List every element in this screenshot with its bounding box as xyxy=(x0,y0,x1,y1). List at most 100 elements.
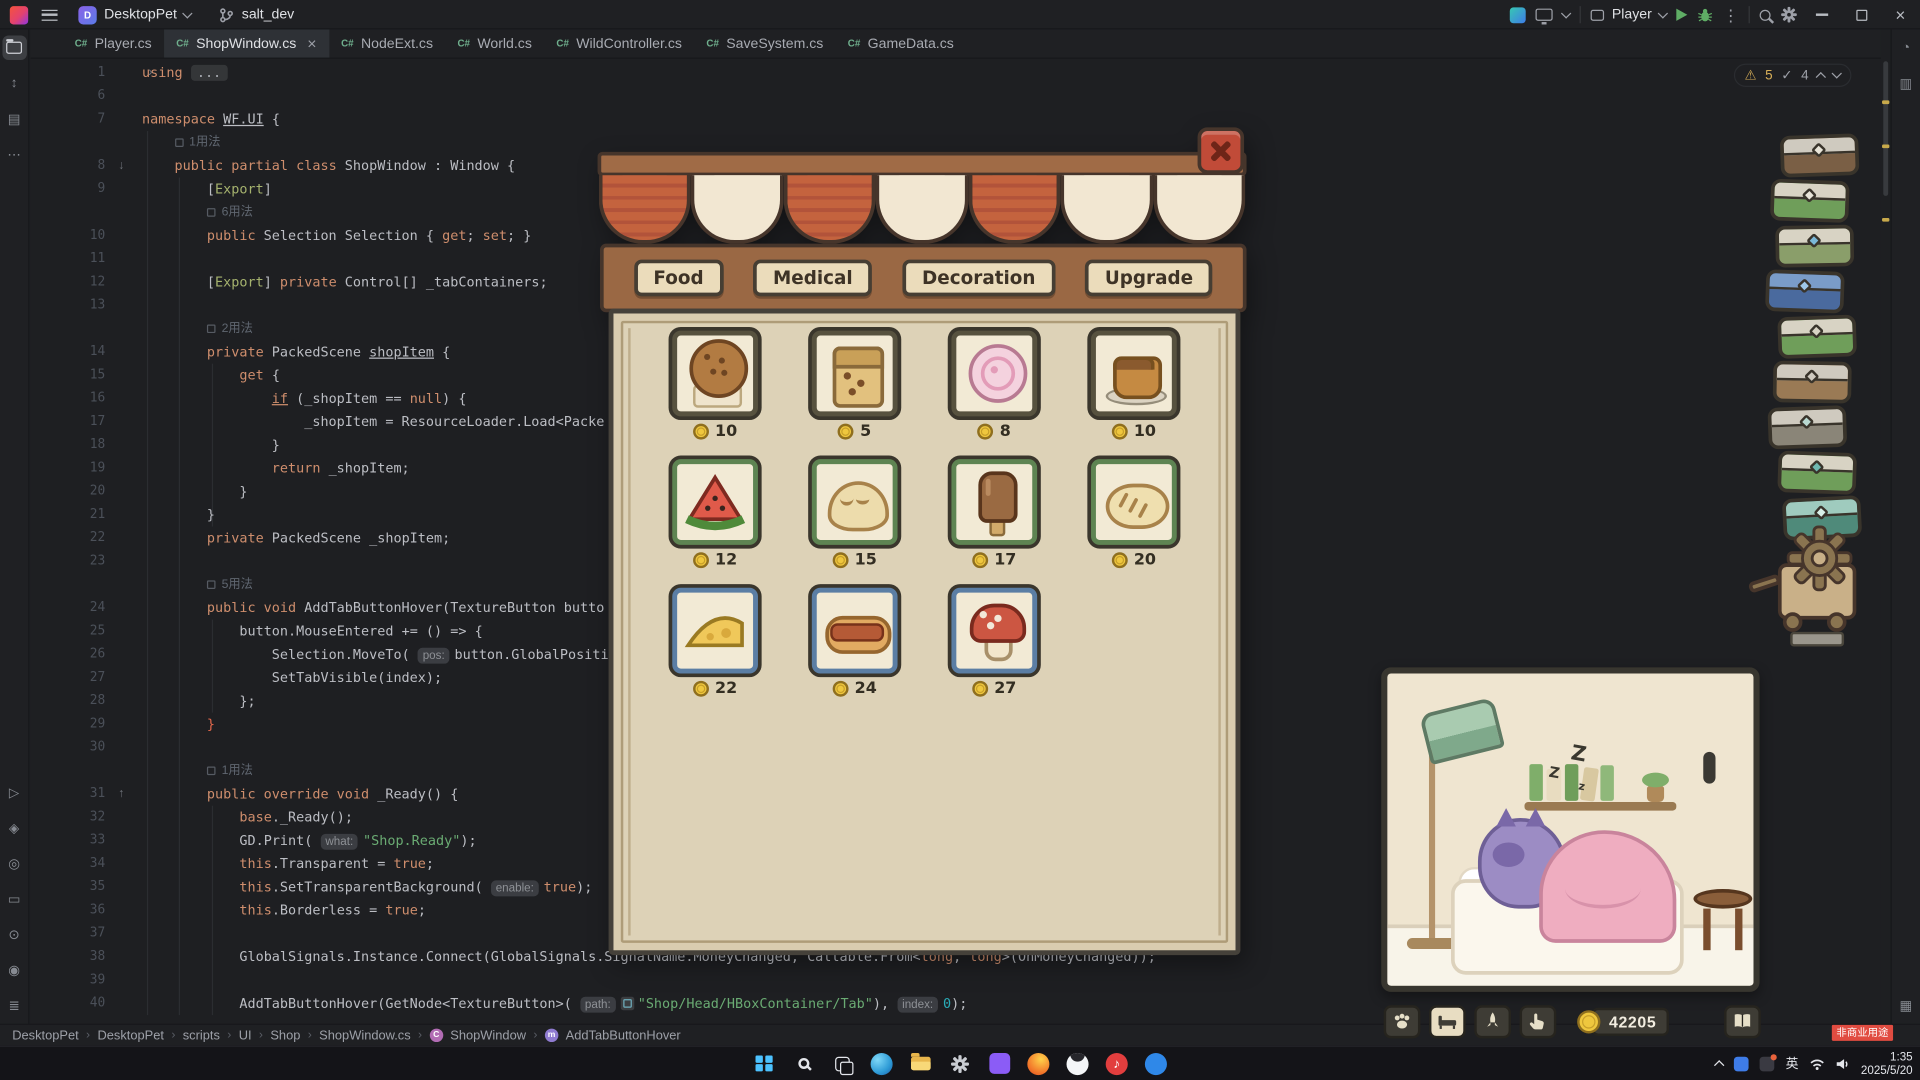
item-card[interactable] xyxy=(951,330,1038,417)
close-window-button[interactable]: × xyxy=(1886,0,1915,29)
taskbar-qq-icon[interactable] xyxy=(1062,1048,1094,1080)
file-tab-WildController.cs[interactable]: C# WildController.cs xyxy=(544,29,694,57)
tool-window-vcs-icon[interactable]: ≣ xyxy=(2,993,26,1017)
taskbar-clock[interactable]: 1:35 2025/5/20 xyxy=(1861,1050,1913,1077)
file-tab-SaveSystem.cs[interactable]: C# SaveSystem.cs xyxy=(694,29,835,57)
breadcrumb-item[interactable]: Shop xyxy=(270,1028,300,1043)
breadcrumb-class[interactable]: ShopWindow xyxy=(450,1028,526,1043)
debug-button[interactable] xyxy=(1697,7,1713,23)
shop-item-cookie-bag[interactable]: 5 xyxy=(803,330,906,441)
shop-tab-food[interactable]: Food xyxy=(633,259,724,297)
item-card[interactable] xyxy=(951,459,1038,545)
item-card[interactable] xyxy=(811,459,898,545)
item-card[interactable] xyxy=(1091,330,1177,417)
override-gutter-icon[interactable]: ↑ xyxy=(111,782,131,805)
taskbar-app-purple-icon[interactable] xyxy=(983,1048,1015,1080)
shop-item-bread[interactable]: 20 xyxy=(1082,459,1185,569)
bed-button[interactable] xyxy=(1428,1004,1466,1038)
tool-window-commit-icon[interactable]: ↕ xyxy=(2,71,26,95)
taskbar-search-icon[interactable] xyxy=(787,1048,819,1080)
usage-count-hint[interactable]: 5用法 xyxy=(206,573,253,596)
item-card[interactable] xyxy=(951,587,1038,674)
main-menu-icon[interactable] xyxy=(41,9,58,21)
shop-tab-decoration[interactable]: Decoration xyxy=(902,259,1056,297)
chest-item[interactable] xyxy=(1769,178,1850,223)
tray-app-icon[interactable] xyxy=(1734,1056,1749,1071)
usage-count-hint[interactable]: 6用法 xyxy=(206,201,253,224)
plugin-icon[interactable] xyxy=(1510,6,1527,23)
shop-item-mushroom[interactable]: 27 xyxy=(943,587,1046,698)
taskbar-file-explorer-icon[interactable] xyxy=(905,1048,937,1080)
hidden-icons-chevron[interactable] xyxy=(1714,1060,1725,1071)
shop-item-hot-dog[interactable]: 24 xyxy=(803,587,906,698)
tool-window-more-icon[interactable]: ⋯ xyxy=(2,142,26,166)
taskbar-settings-icon[interactable] xyxy=(944,1048,976,1080)
chest-item[interactable] xyxy=(1772,360,1852,404)
book-button[interactable] xyxy=(1724,1004,1761,1038)
tool-window-database-icon[interactable]: ▥ xyxy=(1894,71,1918,95)
warning-stripe-mark[interactable] xyxy=(1882,100,1890,105)
hand-button[interactable] xyxy=(1519,1004,1557,1038)
item-card[interactable] xyxy=(811,587,898,674)
fold-marker-icon[interactable]: › xyxy=(148,61,163,84)
tool-window-run-icon[interactable]: ▷ xyxy=(2,780,26,804)
breadcrumb-item[interactable]: ShopWindow.cs xyxy=(319,1028,410,1043)
shop-tab-medical[interactable]: Medical xyxy=(753,259,873,297)
rocket-button[interactable] xyxy=(1474,1004,1512,1038)
taskbar-chat-icon[interactable] xyxy=(1140,1048,1172,1080)
inspections-widget[interactable]: ⚠ 5 ✓ 4 xyxy=(1733,63,1852,87)
chevron-down-icon[interactable] xyxy=(1561,7,1572,19)
tool-window-services-icon[interactable]: ◎ xyxy=(2,851,26,875)
chest-item[interactable] xyxy=(1777,450,1858,495)
wifi-icon[interactable] xyxy=(1809,1057,1824,1070)
tray-notification-icon[interactable] xyxy=(1759,1053,1778,1071)
chest-item[interactable] xyxy=(1777,314,1858,359)
shop-item-rice-cracker[interactable]: 10 xyxy=(664,330,767,441)
tool-window-structure-icon[interactable]: ▤ xyxy=(2,107,26,131)
tool-window-notifications-icon[interactable]: ◔ xyxy=(1894,36,1918,60)
shop-item-popsicle[interactable]: 17 xyxy=(943,459,1046,569)
chest-item[interactable] xyxy=(1775,224,1855,268)
item-card[interactable] xyxy=(811,330,898,417)
maximize-button[interactable] xyxy=(1847,0,1876,29)
vcs-widget[interactable]: salt_dev xyxy=(212,4,301,25)
tool-window-bookmarks-icon[interactable]: ◉ xyxy=(2,958,26,982)
item-card[interactable] xyxy=(672,330,758,417)
tool-window-terminal-icon[interactable]: ▭ xyxy=(2,887,26,911)
usage-count-hint[interactable]: 1用法 xyxy=(206,759,253,782)
shop-item-pudding[interactable]: 10 xyxy=(1082,330,1185,441)
chest-item[interactable] xyxy=(1779,133,1860,178)
device-monitor-icon[interactable] xyxy=(1535,8,1554,24)
shop-item-swirl-candy[interactable]: 8 xyxy=(943,330,1046,441)
search-everywhere-icon[interactable] xyxy=(1759,9,1771,21)
gear-machine-item[interactable] xyxy=(1747,525,1886,649)
paw-button[interactable] xyxy=(1383,1004,1421,1038)
taskbar-task-view-icon[interactable] xyxy=(827,1048,859,1080)
item-card[interactable] xyxy=(672,459,758,545)
project-widget[interactable]: D DesktopPet xyxy=(71,3,199,26)
chest-item[interactable] xyxy=(1767,405,1848,450)
usage-count-hint[interactable]: 1用法 xyxy=(174,131,220,154)
code-line[interactable]: 1 using ... xyxy=(31,61,1881,84)
taskbar-music-icon[interactable]: ♪ xyxy=(1101,1048,1133,1080)
code-line[interactable]: 6 xyxy=(31,84,1881,107)
file-tab-Player.cs[interactable]: C# Player.cs xyxy=(62,29,164,57)
taskbar-start-icon[interactable] xyxy=(748,1048,780,1080)
shop-tab-upgrade[interactable]: Upgrade xyxy=(1085,259,1213,297)
tool-window-project-icon[interactable] xyxy=(1,35,27,60)
breadcrumb-item[interactable]: DesktopPet xyxy=(12,1028,78,1043)
item-card[interactable] xyxy=(672,587,758,674)
breadcrumb-item[interactable]: UI xyxy=(239,1028,252,1043)
tool-window-problems-icon[interactable]: ⊙ xyxy=(2,922,26,946)
file-tab-ShopWindow.cs[interactable]: C# ShopWindow.cs × xyxy=(163,29,329,58)
tool-window-layers-icon[interactable]: ▦ xyxy=(1894,993,1918,1017)
breadcrumb-method[interactable]: AddTabButtonHover xyxy=(566,1028,681,1043)
shop-item-steamed-bun[interactable]: 15 xyxy=(803,459,906,569)
input-language-indicator[interactable]: 英 xyxy=(1786,1054,1799,1072)
shop-close-button[interactable] xyxy=(1197,127,1245,174)
taskbar-firefox-icon[interactable] xyxy=(1022,1048,1054,1080)
volume-icon[interactable] xyxy=(1835,1057,1850,1069)
close-tab-icon[interactable]: × xyxy=(307,36,316,52)
breadcrumb-item[interactable]: DesktopPet xyxy=(98,1028,164,1043)
file-tab-NodeExt.cs[interactable]: C# NodeExt.cs xyxy=(329,29,445,57)
